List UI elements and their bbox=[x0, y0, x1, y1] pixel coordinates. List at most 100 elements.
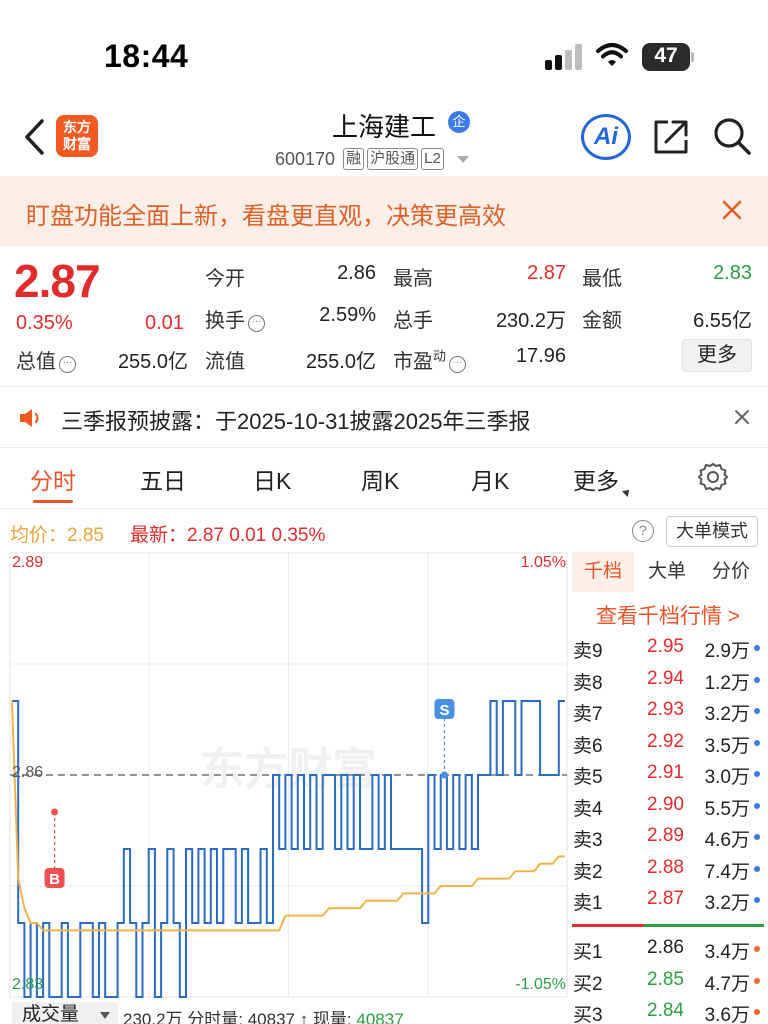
search-icon[interactable] bbox=[712, 116, 752, 156]
quote-panel: 2.87 0.35% 0.01 今开 2.86 最高 2.87 最低 2.83 … bbox=[0, 248, 768, 378]
bid-row[interactable]: 买3 2.84 3.6万 bbox=[568, 996, 768, 1024]
tab-price-distribution[interactable]: 分价 bbox=[700, 552, 762, 592]
chevron-down-icon bbox=[100, 1012, 110, 1019]
close-icon[interactable] bbox=[720, 198, 744, 222]
high-label: 最高 bbox=[393, 268, 433, 290]
volume-row: 成交量 230.2万 分时量: 40837 ↑ 现量: 40837 bbox=[0, 1000, 568, 1024]
pe-label[interactable]: 市盈动 ··· bbox=[393, 345, 467, 374]
caret-icon bbox=[622, 487, 632, 497]
stock-connect-tag: 沪股通 bbox=[367, 148, 419, 170]
high-value: 2.87 bbox=[527, 262, 566, 284]
bid-price: 2.84 bbox=[647, 1000, 684, 1021]
ask-row[interactable]: 卖2 2.88 7.4万 bbox=[568, 853, 768, 884]
ai-assistant-button[interactable]: Ai bbox=[581, 114, 631, 160]
ask-row[interactable]: 卖1 2.87 3.2万 bbox=[568, 884, 768, 915]
ask-row[interactable]: 卖3 2.89 4.6万 bbox=[568, 821, 768, 852]
bid-row[interactable]: 买1 2.86 3.4万 bbox=[568, 933, 768, 964]
tab-big-orders[interactable]: 大单 bbox=[636, 552, 698, 592]
ask-volume: 3.2万 bbox=[704, 893, 750, 914]
ask-row[interactable]: 卖8 2.94 1.2万 bbox=[568, 664, 768, 695]
share-icon[interactable] bbox=[652, 118, 690, 156]
tab-monthly-k[interactable]: 月K bbox=[471, 462, 509, 496]
margin-tag: 融 bbox=[343, 148, 365, 170]
info-icon[interactable]: ··· bbox=[248, 315, 265, 332]
ask-row[interactable]: 卖9 2.95 2.9万 bbox=[568, 632, 768, 663]
open-value: 2.86 bbox=[337, 262, 376, 284]
ask-volume: 4.6万 bbox=[704, 830, 750, 851]
tab-weekly-k[interactable]: 周K bbox=[361, 462, 399, 496]
chevron-down-icon[interactable] bbox=[456, 155, 469, 163]
watermark: 东方财富 bbox=[201, 745, 377, 794]
tab-five-day[interactable]: 五日 bbox=[140, 462, 186, 496]
status-bar: 18:44 47 bbox=[0, 0, 768, 100]
ask-row[interactable]: 卖5 2.91 3.0万 bbox=[568, 758, 768, 789]
info-icon[interactable]: ··· bbox=[449, 356, 467, 373]
last-price: 2.87 bbox=[14, 255, 101, 307]
ask-level-label: 卖6 bbox=[573, 735, 603, 757]
ask-level-label: 卖8 bbox=[573, 672, 603, 694]
tab-more[interactable]: 更多 bbox=[573, 462, 632, 497]
ask-price: 2.93 bbox=[647, 699, 684, 720]
ask-level-label: 卖9 bbox=[573, 641, 603, 662]
pct-axis-top-label: 1.05% bbox=[520, 554, 566, 571]
status-time: 18:44 bbox=[104, 38, 189, 74]
indicator-selector[interactable]: 成交量 bbox=[12, 1002, 118, 1024]
tab-daily-k[interactable]: 日K bbox=[253, 462, 291, 496]
market-cap-value: 255.0亿 bbox=[117, 351, 188, 373]
announcement-bar[interactable]: 三季报预披露：于2025-10-31披露2025年三季报 bbox=[0, 388, 768, 446]
close-icon[interactable] bbox=[733, 408, 751, 426]
ask-price: 2.89 bbox=[647, 825, 684, 846]
intraday-chart[interactable]: 东方财富 B S bbox=[0, 550, 568, 1000]
ask-row[interactable]: 卖7 2.93 3.2万 bbox=[568, 695, 768, 726]
tab-thousand-levels[interactable]: 千档 bbox=[572, 552, 634, 592]
announcement-text: 三季报预披露：于2025-10-31披露2025年三季报 bbox=[61, 409, 531, 434]
ask-row[interactable]: 卖4 2.90 5.5万 bbox=[568, 790, 768, 821]
market-cap-label[interactable]: 总值 ··· bbox=[16, 345, 76, 374]
order-dot-icon bbox=[754, 977, 760, 984]
stock-code: 600170 bbox=[275, 148, 336, 169]
stock-subtitle[interactable]: 600170 融 沪股通 L2 bbox=[275, 147, 469, 171]
ask-price: 2.88 bbox=[647, 856, 684, 878]
more-button[interactable]: 更多 bbox=[682, 339, 752, 372]
ask-price: 2.95 bbox=[647, 636, 684, 657]
ask-volume: 2.9万 bbox=[704, 641, 750, 662]
ask-row[interactable]: 卖6 2.92 3.5万 bbox=[568, 727, 768, 758]
gear-icon[interactable] bbox=[697, 461, 729, 493]
ask-price: 2.90 bbox=[647, 793, 684, 815]
ask-level-label: 卖4 bbox=[573, 798, 603, 820]
tab-intraday[interactable]: 分时 bbox=[30, 462, 76, 496]
cellular-signal-icon bbox=[545, 44, 585, 70]
bid-row[interactable]: 买2 2.85 4.7万 bbox=[568, 965, 768, 996]
chart-legend-row: 均价：2.85 最新：2.87 0.01 0.35% ? 大单模式 bbox=[0, 510, 768, 550]
chart-tabs: 分时 五日 日K 周K 月K 更多 bbox=[0, 448, 768, 506]
ask-volume: 3.5万 bbox=[704, 735, 750, 757]
order-dot-icon bbox=[754, 1009, 760, 1015]
promo-banner[interactable]: 盯盘功能全面上新，看盘更直观，决策更高效 bbox=[0, 176, 768, 246]
view-thousand-levels-link[interactable]: 查看千档行情 > bbox=[568, 600, 768, 630]
ask-bid-divider bbox=[572, 924, 644, 927]
ask-level-label: 卖2 bbox=[573, 861, 603, 883]
trade-marker-dot bbox=[51, 808, 59, 816]
ask-level-label: 卖1 bbox=[573, 893, 603, 914]
help-icon[interactable]: ? bbox=[632, 520, 654, 542]
ask-level-label: 卖3 bbox=[573, 830, 603, 851]
volume-readout: 230.2万 分时量: 40837 ↑ 现量: 40837 bbox=[123, 1005, 404, 1024]
turnover-value: 2.59% bbox=[319, 304, 376, 326]
ask-price: 2.87 bbox=[647, 888, 684, 909]
sell-marker-label: S bbox=[439, 702, 449, 719]
amount-value: 6.55亿 bbox=[693, 310, 752, 332]
wifi-icon bbox=[596, 43, 628, 66]
battery-icon: 47 bbox=[642, 43, 694, 71]
low-value: 2.83 bbox=[713, 262, 752, 284]
change-amount: 0.01 bbox=[145, 312, 184, 334]
big-order-mode-button[interactable]: 大单模式 bbox=[666, 516, 758, 547]
y-axis-mid-label: 2.86 bbox=[12, 764, 44, 781]
order-book: 千档 大单 分价 查看千档行情 > 卖9 2.95 2.9万 卖8 2.94 1.2万 卖7… bbox=[568, 552, 768, 1024]
float-cap-label: 流值 bbox=[205, 351, 245, 373]
amount-label: 金额 bbox=[582, 310, 622, 332]
order-dot-icon bbox=[754, 771, 760, 777]
turnover-label[interactable]: 换手 ··· bbox=[205, 304, 265, 333]
bid-level-label: 买2 bbox=[573, 973, 603, 995]
buy-marker-label: B bbox=[49, 871, 60, 888]
info-icon[interactable]: ··· bbox=[59, 356, 76, 373]
